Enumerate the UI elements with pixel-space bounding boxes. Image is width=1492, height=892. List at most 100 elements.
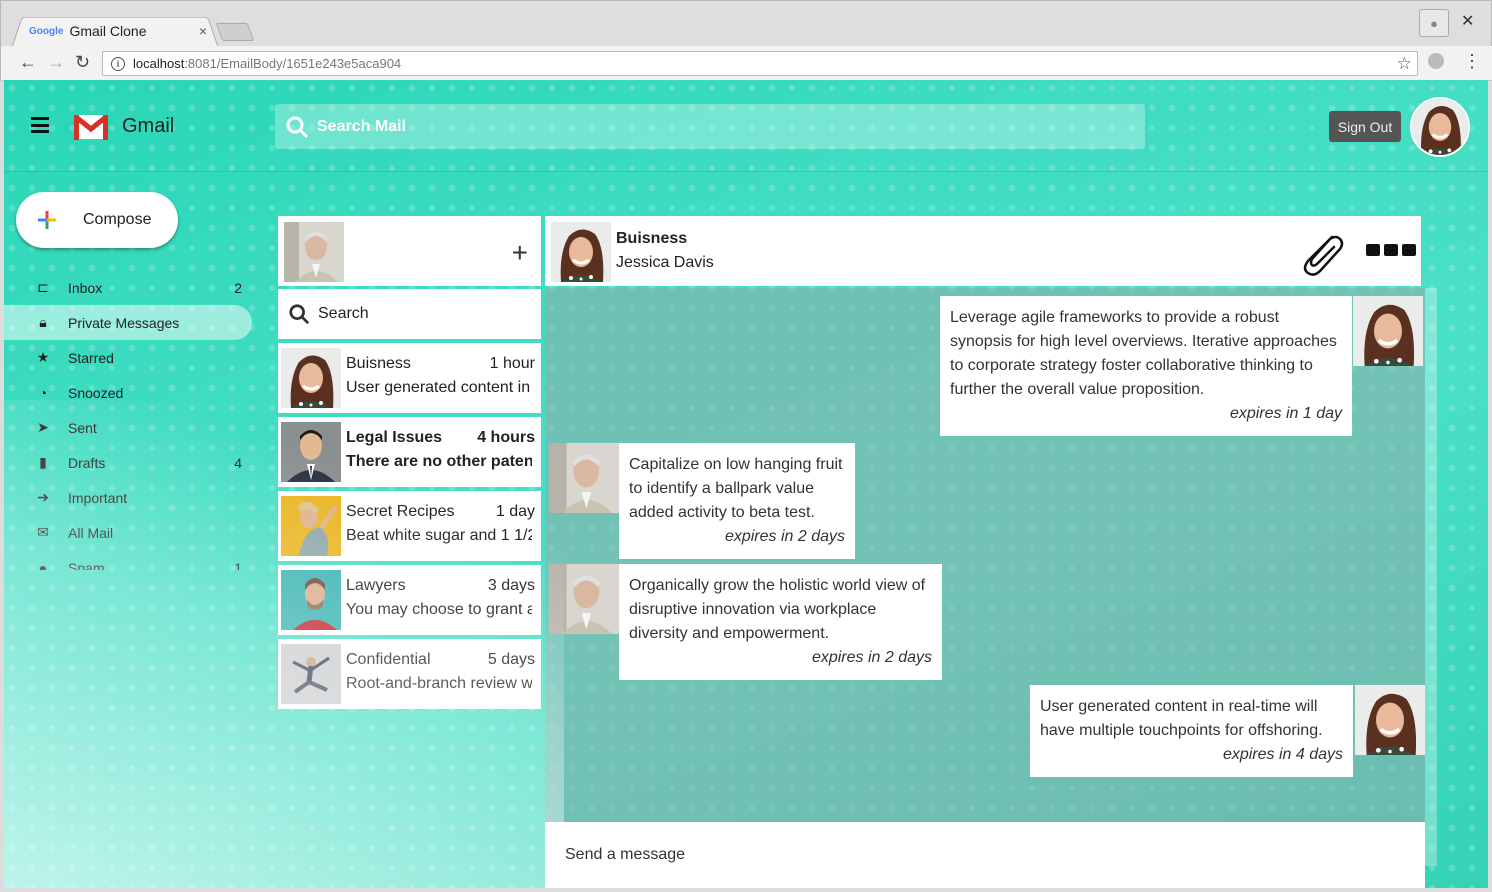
gmail-logo-icon xyxy=(74,115,108,140)
conversation-item[interactable]: Confidential 5 days Root-and-branch revi… xyxy=(278,639,541,709)
conversation-search-label: Search xyxy=(318,305,369,322)
sidebar-item-count: 1 xyxy=(234,559,242,571)
send-message-placeholder: Send a message xyxy=(565,846,686,863)
lock-icon: 🔒︎ xyxy=(39,314,47,330)
conversation-time: 4 hours xyxy=(477,429,535,446)
conversation-item[interactable]: Secret Recipes 1 day Beat white sugar an… xyxy=(278,491,541,561)
app-header: Gmail Sign Out xyxy=(4,80,1488,172)
search-bar[interactable] xyxy=(275,104,1145,149)
avatar xyxy=(281,644,341,704)
sign-out-button[interactable]: Sign Out xyxy=(1329,111,1401,142)
conversation-subject: Confidential xyxy=(346,651,431,668)
profile-avatar[interactable] xyxy=(1410,97,1470,157)
tab-close-icon[interactable]: × xyxy=(199,23,207,39)
bookmark-star-icon[interactable]: ☆ xyxy=(1397,54,1412,74)
avatar xyxy=(551,222,611,282)
sidebar-item-starred[interactable]: ★ Starred xyxy=(4,340,252,375)
browser-menu-icon[interactable]: ⋮ xyxy=(1463,51,1481,72)
avatar xyxy=(1353,296,1423,366)
message-text: Leverage agile frameworks to provide a r… xyxy=(950,309,1337,398)
conversation-subject: Legal Issues xyxy=(346,429,443,446)
search-icon xyxy=(286,116,309,138)
more-options-icon[interactable] xyxy=(1366,244,1416,256)
info-icon[interactable]: i xyxy=(111,56,125,71)
conversation-preview: Beat white sugar and 1 1/2 cups xyxy=(346,527,532,544)
avatar xyxy=(1355,685,1425,755)
sidebar-item-private-messages[interactable]: 🔒︎ Private Messages xyxy=(4,305,252,340)
chat-from: Jessica Davis xyxy=(616,254,714,271)
conversation-item[interactable]: Legal Issues 4 hours There are no other … xyxy=(278,417,541,487)
conversation-time: 1 hour xyxy=(489,355,535,372)
message-bubble: User generated content in real-time will… xyxy=(1030,685,1353,777)
search-input[interactable] xyxy=(317,117,1097,136)
browser-toolbar: ← → ↻ i localhost:8081/EmailBody/1651e24… xyxy=(1,46,1492,81)
url-host: localhost xyxy=(133,56,185,71)
conversation-preview: There are no other patents xyxy=(346,453,532,470)
sidebar-item-all-mail[interactable]: ✉ All Mail xyxy=(4,515,252,550)
compose-label: Compose xyxy=(83,211,152,228)
window-close-icon[interactable]: ✕ xyxy=(1461,11,1474,31)
chat-scrollbar[interactable] xyxy=(1425,288,1437,866)
browser-tab-content[interactable]: Google Gmail Clone × xyxy=(29,21,207,41)
conversation-subject: Buisness xyxy=(346,355,411,372)
forward-icon[interactable]: → xyxy=(47,52,65,73)
conversation-panel: + Search Buisness 1 hour User generated … xyxy=(278,216,541,709)
sidebar-item-important[interactable]: ➔ Important xyxy=(4,480,252,515)
tab-title: Gmail Clone xyxy=(69,23,147,39)
add-conversation-button[interactable]: + xyxy=(512,237,528,269)
paperclip-icon[interactable] xyxy=(1296,227,1348,279)
url-path: :8081/EmailBody/1651e243e5aca904 xyxy=(184,56,402,71)
sidebar-item-label: Sent xyxy=(68,419,97,436)
address-bar[interactable]: i localhost:8081/EmailBody/1651e243e5aca… xyxy=(102,51,1418,76)
conversation-item[interactable]: Lawyers 3 days You may choose to grant a… xyxy=(278,565,541,635)
conversation-subject: Lawyers xyxy=(346,577,406,594)
message-text: Capitalize on low hanging fruit to ident… xyxy=(629,456,843,521)
extension-icon[interactable] xyxy=(1428,53,1444,69)
sidebar-item-label: Starred xyxy=(68,349,114,366)
arrow-right-icon: ➔ xyxy=(37,489,49,505)
compose-button[interactable]: Compose xyxy=(16,192,178,248)
sidebar-item-label: Drafts xyxy=(68,454,106,471)
sidebar-item-drafts[interactable]: ▮ Drafts 4 xyxy=(4,445,252,480)
file-icon: ▮ xyxy=(39,454,47,470)
conversation-time: 1 day xyxy=(495,503,535,520)
reload-icon[interactable]: ↻ xyxy=(75,52,90,73)
compose-plus-icon xyxy=(38,211,56,229)
chat-messages: Leverage agile frameworks to provide a r… xyxy=(545,288,1425,822)
new-tab-button[interactable] xyxy=(215,23,255,41)
message-bubble: Capitalize on low hanging fruit to ident… xyxy=(619,443,855,559)
app-name: Gmail xyxy=(122,115,175,137)
avatar xyxy=(549,564,619,634)
browser-user-icon[interactable]: ● xyxy=(1419,9,1449,37)
message-text: Organically grow the holistic world view… xyxy=(629,577,926,642)
conversation-preview: User generated content in real-time xyxy=(346,379,532,396)
envelope-icon: ✉ xyxy=(37,524,49,540)
message-expiry: expires in 2 days xyxy=(724,528,845,545)
avatar xyxy=(281,422,341,482)
sidebar-item-label: Inbox xyxy=(68,279,103,296)
menu-icon[interactable] xyxy=(31,117,49,133)
chat-subject: Buisness xyxy=(616,230,688,247)
send-icon: ➤ xyxy=(37,419,49,435)
message-expiry: expires in 2 days xyxy=(811,649,932,666)
send-message-input[interactable]: Send a message xyxy=(545,822,1425,888)
sidebar-item-spam[interactable]: ● Spam 1 xyxy=(4,550,252,571)
message-expiry: expires in 1 day xyxy=(1229,405,1342,422)
conversation-search[interactable]: Search xyxy=(278,289,541,339)
inbox-icon: ⊏ xyxy=(37,279,49,295)
conversation-item[interactable]: Buisness 1 hour User generated content i… xyxy=(278,343,541,413)
back-icon[interactable]: ← xyxy=(19,52,37,73)
sidebar-item-sent[interactable]: ➤ Sent xyxy=(4,410,252,445)
message-bubble: Organically grow the holistic world view… xyxy=(619,564,942,680)
search-icon xyxy=(289,304,310,325)
message-expiry: expires in 4 days xyxy=(1222,746,1343,763)
sidebar-item-inbox[interactable]: ⊏ Inbox 2 xyxy=(4,270,252,305)
sidebar-item-label: Spam xyxy=(68,559,105,571)
sidebar-item-snoozed[interactable]: ◔ Snoozed xyxy=(4,375,252,410)
avatar xyxy=(281,496,341,556)
sidebar-item-label: Snoozed xyxy=(68,384,124,401)
browser-chrome: Google Gmail Clone × ● ✕ ← → ↻ i localho… xyxy=(0,0,1492,81)
clock-icon: ◔ xyxy=(38,384,48,401)
star-icon: ★ xyxy=(36,349,50,365)
conversation-subject: Secret Recipes xyxy=(346,503,455,520)
